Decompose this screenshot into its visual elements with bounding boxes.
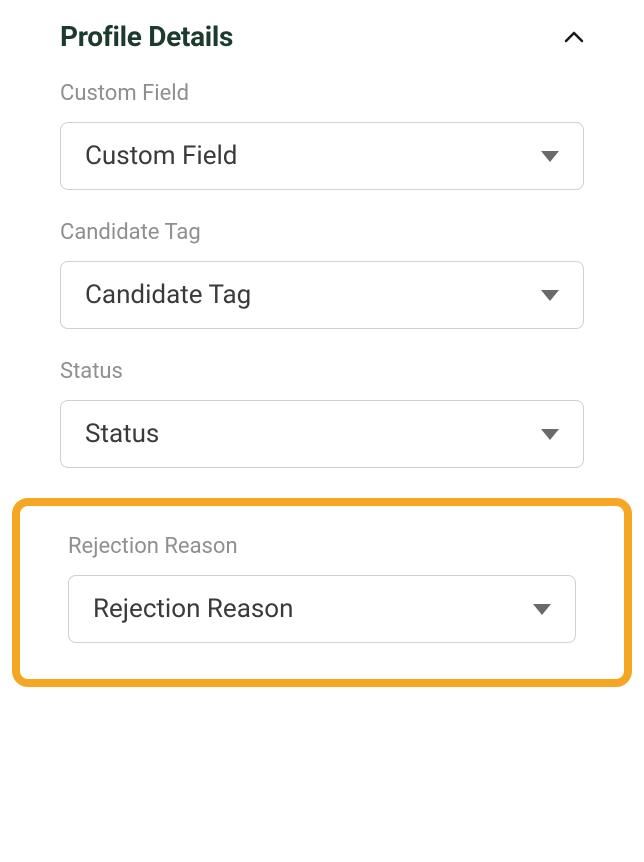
rejection-reason-dropdown[interactable]: Rejection Reason [68,575,576,643]
section-header[interactable]: Profile Details [60,20,584,53]
custom-field-group: Custom Field Custom Field [60,81,584,190]
status-dropdown[interactable]: Status [60,400,584,468]
candidate-tag-group: Candidate Tag Candidate Tag [60,220,584,329]
status-group: Status Status [60,359,584,468]
custom-field-value: Custom Field [85,141,237,171]
chevron-up-icon [564,31,584,43]
caret-down-icon [541,429,559,440]
caret-down-icon [533,604,551,615]
caret-down-icon [541,151,559,162]
rejection-reason-label: Rejection Reason [68,534,576,559]
custom-field-label: Custom Field [60,81,584,106]
custom-field-dropdown[interactable]: Custom Field [60,122,584,190]
candidate-tag-label: Candidate Tag [60,220,584,245]
caret-down-icon [541,290,559,301]
rejection-reason-group: Rejection Reason Rejection Reason [68,534,576,643]
status-label: Status [60,359,584,384]
section-title: Profile Details [60,20,233,53]
candidate-tag-dropdown[interactable]: Candidate Tag [60,261,584,329]
candidate-tag-value: Candidate Tag [85,280,251,310]
status-value: Status [85,419,159,449]
rejection-reason-highlight: Rejection Reason Rejection Reason [12,498,632,687]
rejection-reason-value: Rejection Reason [93,594,293,624]
